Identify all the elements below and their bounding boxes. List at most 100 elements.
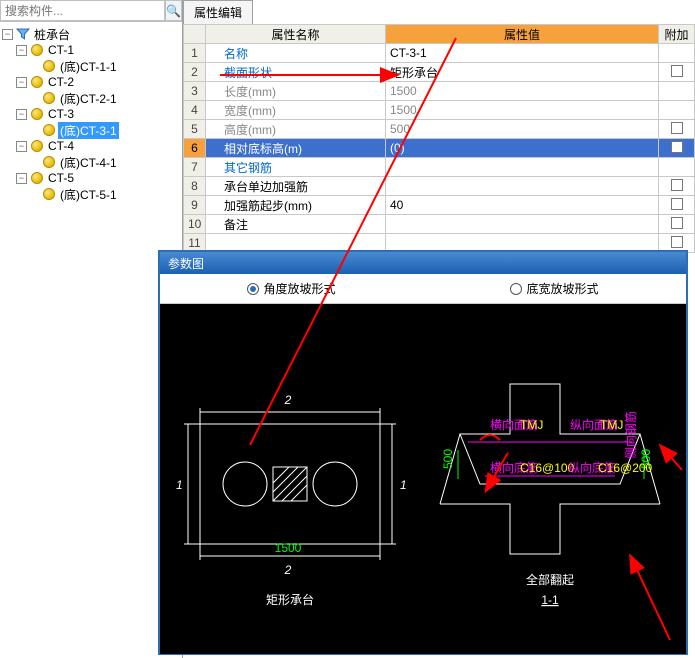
collapse-icon[interactable]: − [16, 141, 27, 152]
row-number: 2 [184, 63, 206, 82]
row-number: 5 [184, 120, 206, 139]
property-row[interactable]: 6相对底标高(m)(0) [184, 139, 695, 158]
property-name: 加强筋起步(mm) [206, 196, 386, 215]
property-row[interactable]: 5高度(mm)500 [184, 120, 695, 139]
property-row[interactable]: 7其它钢筋 [184, 158, 695, 177]
search-input[interactable] [0, 0, 165, 21]
collapse-icon[interactable]: − [16, 173, 27, 184]
collapse-icon[interactable]: − [16, 77, 27, 88]
property-value[interactable] [386, 215, 659, 234]
header-value[interactable]: 属性值 [386, 25, 659, 44]
row-number: 1 [184, 44, 206, 63]
svg-text:TMJ: TMJ [520, 418, 543, 432]
property-extra [659, 215, 695, 234]
component-icon [30, 171, 44, 185]
property-value[interactable] [386, 177, 659, 196]
property-row[interactable]: 4宽度(mm)1500 [184, 101, 695, 120]
checkbox[interactable] [671, 141, 683, 153]
header-name[interactable]: 属性名称 [206, 25, 386, 44]
property-value[interactable]: 1500 [386, 82, 659, 101]
property-name: 相对底标高(m) [206, 139, 386, 158]
property-table: 属性名称 属性值 附加 1名称CT-3-12截面形状矩形承台3长度(mm)150… [183, 24, 695, 253]
property-row[interactable]: 8承台单边加强筋 [184, 177, 695, 196]
property-row[interactable]: 10备注 [184, 215, 695, 234]
property-row[interactable]: 9加强筋起步(mm)40 [184, 196, 695, 215]
property-extra [659, 177, 695, 196]
tree-label: CT-5 [46, 171, 76, 185]
component-icon [30, 139, 44, 153]
property-name: 宽度(mm) [206, 101, 386, 120]
header-extra[interactable]: 附加 [659, 25, 695, 44]
svg-text:C16@200: C16@200 [598, 461, 653, 475]
tree-label: (底)CT-4-1 [58, 154, 119, 171]
property-name: 长度(mm) [206, 82, 386, 101]
checkbox[interactable] [671, 198, 683, 210]
row-number: 9 [184, 196, 206, 215]
checkbox[interactable] [671, 65, 683, 77]
svg-text:C16@100: C16@100 [520, 461, 575, 475]
property-row[interactable]: 3长度(mm)1500 [184, 82, 695, 101]
row-number: 10 [184, 215, 206, 234]
svg-text:1-1: 1-1 [541, 593, 559, 607]
tree-item[interactable]: −CT-1 [2, 42, 180, 58]
component-icon [30, 43, 44, 57]
tab-property-edit[interactable]: 属性编辑 [183, 0, 253, 24]
row-number: 8 [184, 177, 206, 196]
diagram-svg: 2 2 1 1 1500 矩形承台 500 500 横向面筋 TMJ 纵向面筋 … [160, 304, 688, 652]
component-tree-panel: 🔍 − 桩承台 −CT-1(底)CT-1-1−CT-2(底)CT-2-1−CT-… [0, 0, 183, 658]
svg-text:500: 500 [441, 449, 455, 469]
checkbox[interactable] [671, 236, 683, 248]
tree-label: 桩承台 [32, 26, 72, 43]
search-icon: 🔍 [166, 4, 181, 18]
property-row[interactable]: 2截面形状矩形承台 [184, 63, 695, 82]
property-value[interactable] [386, 158, 659, 177]
tree-item-child[interactable]: (底)CT-4-1 [2, 154, 180, 170]
property-row[interactable]: 1名称CT-3-1 [184, 44, 695, 63]
tree-item[interactable]: −CT-4 [2, 138, 180, 154]
radio-label: 底宽放坡形式 [526, 280, 598, 297]
tree-item[interactable]: − CT-5 [2, 170, 180, 186]
property-extra [659, 139, 695, 158]
component-tree: − 桩承台 −CT-1(底)CT-1-1−CT-2(底)CT-2-1−CT-3(… [0, 22, 182, 206]
property-value[interactable]: (0) [386, 139, 659, 158]
tree-item-child[interactable]: (底)CT-2-1 [2, 90, 180, 106]
tree-item[interactable]: −CT-2 [2, 74, 180, 90]
property-name: 承台单边加强筋 [206, 177, 386, 196]
tree-label: (底)CT-1-1 [58, 58, 119, 75]
tree-label: CT-3 [46, 107, 76, 121]
diagram-canvas: 2 2 1 1 1500 矩形承台 500 500 横向面筋 TMJ 纵向面筋 … [160, 304, 686, 654]
window-title: 参数图 [160, 252, 686, 274]
checkbox[interactable] [671, 122, 683, 134]
search-button[interactable]: 🔍 [165, 0, 182, 21]
filter-icon [16, 27, 30, 41]
property-value[interactable]: 1500 [386, 101, 659, 120]
radio-angle-slope[interactable]: 角度放坡形式 [247, 280, 335, 297]
property-panel: 属性编辑 属性名称 属性值 附加 1名称CT-3-12截面形状矩形承台3长度(m… [183, 0, 695, 250]
collapse-icon[interactable]: − [2, 29, 13, 40]
component-icon [42, 187, 56, 201]
property-value[interactable]: 矩形承台 [386, 63, 659, 82]
property-name: 备注 [206, 215, 386, 234]
row-number: 4 [184, 101, 206, 120]
collapse-icon[interactable]: − [16, 109, 27, 120]
collapse-icon[interactable]: − [16, 45, 27, 56]
property-value[interactable]: 500 [386, 120, 659, 139]
property-value[interactable]: 40 [386, 196, 659, 215]
property-extra [659, 158, 695, 177]
svg-text:1: 1 [176, 478, 183, 492]
radio-label: 角度放坡形式 [263, 280, 335, 297]
property-value[interactable]: CT-3-1 [386, 44, 659, 63]
component-icon [30, 75, 44, 89]
tree-item-child[interactable]: (底)CT-3-1 [2, 122, 180, 138]
tree-item-child[interactable]: (底)CT-5-1 [2, 186, 180, 202]
property-extra [659, 101, 695, 120]
tree-root[interactable]: − 桩承台 [2, 26, 180, 42]
tree-label: (底)CT-3-1 [58, 122, 119, 139]
tree-item[interactable]: − CT-3 [2, 106, 180, 122]
checkbox[interactable] [671, 179, 683, 191]
checkbox[interactable] [671, 217, 683, 229]
radio-width-slope[interactable]: 底宽放坡形式 [510, 280, 598, 297]
tree-item-child[interactable]: (底)CT-1-1 [2, 58, 180, 74]
component-icon [30, 107, 44, 121]
tree-label: (底)CT-2-1 [58, 90, 119, 107]
